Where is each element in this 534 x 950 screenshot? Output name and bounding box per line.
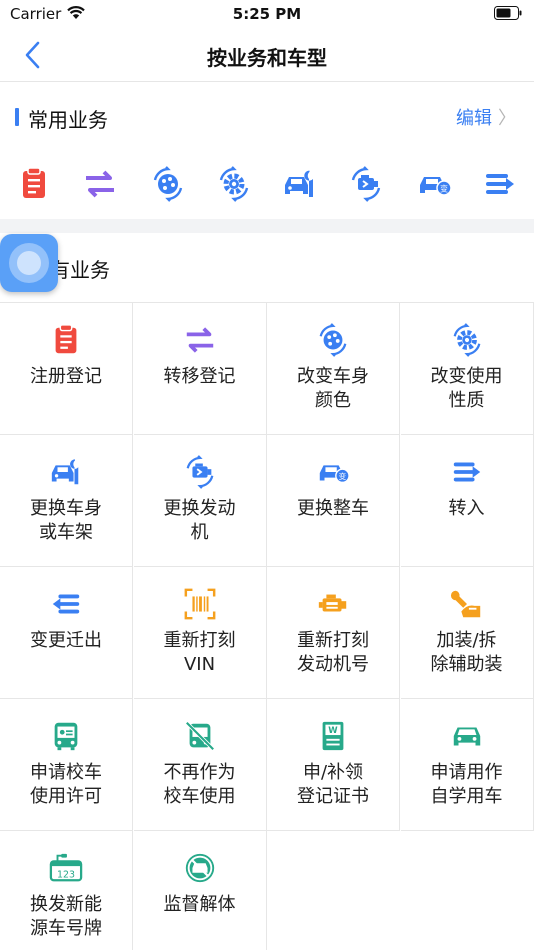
- service-tile[interactable]: 监督解体: [134, 831, 267, 950]
- service-tile[interactable]: 更换车身 或车架: [0, 435, 133, 567]
- chevron-right-icon: 〉: [498, 108, 516, 129]
- service-tile[interactable]: 转移登记: [133, 303, 267, 435]
- palette-refresh-icon: [319, 323, 347, 357]
- car-wrench-icon: [51, 457, 79, 485]
- edit-label: 编辑: [456, 108, 492, 129]
- certificate-icon: W: [322, 721, 344, 751]
- service-tile[interactable]: 改变使用 性质: [400, 303, 534, 435]
- car-forbidden-icon: [185, 853, 214, 883]
- svg-text:变: 变: [339, 471, 347, 481]
- service-label: 改变使用 性质: [430, 366, 503, 411]
- clipboard-icon: [55, 324, 77, 354]
- service-label: 改变车身 颜色: [297, 366, 369, 411]
- service-label: 更换车身 或车架: [30, 498, 102, 543]
- nav-bar: 按业务和车型: [0, 28, 534, 82]
- service-tile[interactable]: 重新打刻 发动机号: [267, 567, 400, 699]
- service-tile[interactable]: 变更换整车: [267, 435, 400, 567]
- service-label: 变更迁出: [30, 630, 102, 651]
- assistive-dot: [17, 251, 41, 275]
- quick-service-gear-refresh[interactable]: [216, 166, 252, 202]
- service-tile[interactable]: 123 换发新能 源车号牌: [0, 831, 133, 950]
- quick-service-car-wrench[interactable]: [282, 166, 318, 202]
- status-bar: Carrier 5:25 PM: [0, 0, 534, 28]
- section-accent-bar: [15, 108, 19, 126]
- service-label: 换发新能 源车号牌: [30, 894, 102, 939]
- service-tile[interactable]: 申请用作 自学用车: [400, 699, 534, 831]
- engine-refresh-icon: [351, 166, 381, 202]
- list-arrow-in-icon: [453, 462, 480, 482]
- all-services-header: 有业务: [0, 248, 534, 288]
- wrench-hand-icon: [450, 590, 480, 618]
- service-label: 加装/拆 除辅助装: [430, 630, 503, 675]
- services-grid: 注册登记 转移登记 改变车身 颜色 改变使用 性质 更换车身 或车架 更换发动 机变更换整…: [0, 302, 534, 950]
- edit-button[interactable]: 编辑〉: [456, 104, 516, 130]
- status-time: 5:25 PM: [232, 5, 302, 23]
- quick-service-car-change[interactable]: 变: [416, 166, 452, 202]
- common-services-title: 常用业务: [28, 108, 108, 132]
- service-label: 重新打刻 VIN: [163, 630, 236, 675]
- service-label: 申请校车 使用许可: [30, 762, 102, 807]
- service-label: 转移登记: [163, 366, 236, 387]
- service-tile[interactable]: 变更迁出: [0, 567, 133, 699]
- service-tile[interactable]: 不再作为 校车使用: [133, 699, 267, 831]
- all-services-title: 有业务: [50, 258, 110, 282]
- service-label: 注册登记: [30, 366, 102, 387]
- quick-service-clipboard[interactable]: [16, 166, 52, 202]
- service-label: 监督解体: [163, 894, 236, 915]
- service-label: 重新打刻 发动机号: [297, 630, 369, 675]
- barcode-scan-icon: [184, 588, 215, 620]
- car-change-icon: 变: [319, 465, 350, 484]
- svg-text:W: W: [328, 726, 338, 736]
- quick-service-palette-refresh[interactable]: [150, 166, 186, 202]
- battery-icon: [494, 6, 522, 20]
- car-wrench-icon: [285, 169, 313, 197]
- section-divider: [0, 219, 534, 233]
- service-tile[interactable]: 重新打刻 VIN: [133, 567, 267, 699]
- service-tile[interactable]: 加装/拆 除辅助装: [400, 567, 534, 699]
- quick-service-list-arrow[interactable]: [482, 166, 518, 202]
- transfer-arrows-icon: [186, 327, 213, 353]
- list-arrow-out-icon: [52, 594, 80, 614]
- bus-cancel-icon: [184, 721, 215, 751]
- svg-text:123: 123: [57, 869, 75, 880]
- gear-refresh-icon: [453, 323, 480, 357]
- plate-123-icon: 123: [49, 853, 83, 882]
- service-label: 更换发动 机: [163, 498, 236, 543]
- page-title: 按业务和车型: [207, 46, 327, 70]
- floating-assistive-button[interactable]: [0, 234, 58, 292]
- service-label: 申/补领 登记证书: [297, 762, 369, 807]
- car-front-icon: [453, 727, 480, 746]
- car-change-icon: 变: [420, 177, 452, 196]
- engine-refresh-icon: [186, 455, 213, 489]
- gear-refresh-icon: [219, 166, 249, 202]
- common-services-header: 常用业务 编辑〉: [0, 98, 534, 138]
- service-label: 转入: [448, 498, 485, 519]
- clipboard-icon: [23, 167, 45, 198]
- service-label: 不再作为 校车使用: [163, 762, 236, 807]
- list-arrow-icon: [486, 174, 514, 194]
- transfer-arrows-icon: [86, 170, 114, 198]
- service-label: 更换整车: [297, 498, 369, 519]
- service-tile[interactable]: W 申/补领 登记证书: [267, 699, 400, 831]
- service-tile[interactable]: 转入: [400, 435, 534, 567]
- svg-text:变: 变: [440, 184, 448, 194]
- service-tile[interactable]: 更换发动 机: [133, 435, 267, 567]
- quick-services-row: 变: [0, 160, 534, 210]
- service-tile[interactable]: 注册登记: [0, 303, 133, 435]
- service-label: 申请用作 自学用车: [430, 762, 503, 807]
- engine-icon: [318, 594, 347, 612]
- service-tile[interactable]: 申请校车 使用许可: [0, 699, 133, 831]
- quick-service-engine-refresh[interactable]: [348, 166, 384, 202]
- quick-service-transfer-arrows[interactable]: [82, 166, 118, 202]
- school-bus-icon: [54, 722, 78, 751]
- service-tile[interactable]: 改变车身 颜色: [267, 303, 400, 435]
- palette-refresh-icon: [153, 166, 183, 202]
